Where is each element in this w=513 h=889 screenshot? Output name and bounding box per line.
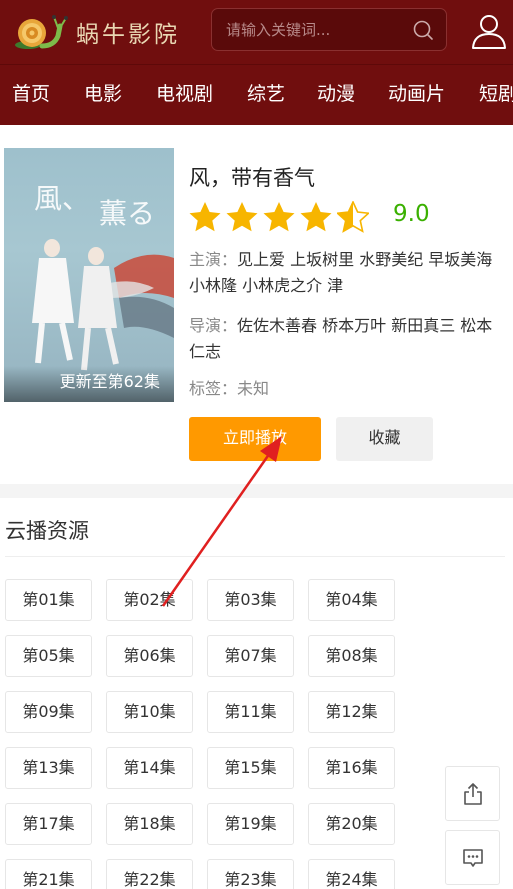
category-nav: 首页 电影 电视剧 综艺 动漫 动画片 短剧 — [0, 64, 513, 125]
favorite-button[interactable]: 收藏 — [336, 417, 433, 461]
share-icon — [464, 783, 482, 805]
star-full-icon — [300, 202, 332, 232]
nav-item-cartoon[interactable]: 动画片 — [388, 79, 445, 106]
director-info: 导演：佐佐木善春 桥本万叶 新田真三 松本仁志 — [189, 313, 499, 365]
episode-button[interactable]: 第21集 — [5, 859, 92, 889]
episode-button[interactable]: 第10集 — [106, 691, 193, 733]
episode-button[interactable]: 第11集 — [207, 691, 294, 733]
cast-info: 主演：见上爱 上坂树里 水野美纪 早坂美海 小林隆 小林虎之介 津 — [189, 247, 499, 299]
episode-button[interactable]: 第03集 — [207, 579, 294, 621]
episode-button[interactable]: 第19集 — [207, 803, 294, 845]
episode-button[interactable]: 第04集 — [308, 579, 395, 621]
play-now-button[interactable]: 立即播放 — [189, 417, 321, 461]
episode-button[interactable]: 第12集 — [308, 691, 395, 733]
episode-button[interactable]: 第09集 — [5, 691, 92, 733]
nav-item-anime[interactable]: 动漫 — [317, 79, 355, 106]
tags-value: 未知 — [237, 379, 270, 398]
video-title: 风，带有香气 — [189, 166, 315, 190]
star-rating — [189, 200, 374, 234]
comment-icon — [463, 849, 483, 867]
director-label: 导演： — [189, 316, 238, 335]
star-full-icon — [226, 202, 258, 232]
search-icon[interactable] — [412, 19, 434, 41]
cast-label: 主演： — [189, 250, 238, 269]
episode-button[interactable]: 第07集 — [207, 635, 294, 677]
episode-button[interactable]: 第20集 — [308, 803, 395, 845]
share-button[interactable] — [445, 766, 500, 821]
section-divider — [0, 484, 513, 498]
poster-image[interactable]: 風、 薫る 更新至第62集 — [4, 148, 174, 402]
logo-text: 蜗牛影院 — [76, 22, 180, 48]
nav-item-movies[interactable]: 电影 — [84, 79, 122, 106]
user-icon[interactable] — [470, 12, 508, 50]
episode-button[interactable]: 第24集 — [308, 859, 395, 889]
episode-button[interactable]: 第17集 — [5, 803, 92, 845]
search-box — [211, 8, 447, 51]
search-input[interactable] — [226, 9, 411, 50]
episode-button[interactable]: 第13集 — [5, 747, 92, 789]
app-header: 蜗牛影院 — [0, 0, 513, 64]
episode-button[interactable]: 第16集 — [308, 747, 395, 789]
episode-button[interactable]: 第05集 — [5, 635, 92, 677]
site-logo[interactable]: 蜗牛影院 — [14, 12, 180, 52]
cloud-source-title: 云播资源 — [5, 519, 89, 543]
episode-button[interactable]: 第14集 — [106, 747, 193, 789]
star-full-icon — [189, 202, 221, 232]
episode-button[interactable]: 第02集 — [106, 579, 193, 621]
episode-button[interactable]: 第01集 — [5, 579, 92, 621]
episode-button[interactable]: 第15集 — [207, 747, 294, 789]
nav-item-variety[interactable]: 综艺 — [247, 79, 285, 106]
episode-button[interactable]: 第08集 — [308, 635, 395, 677]
episode-button[interactable]: 第18集 — [106, 803, 193, 845]
svg-text:薫る: 薫る — [99, 197, 155, 230]
svg-text:風、: 風、 — [34, 182, 90, 215]
tags-info: 标签：未知 — [189, 376, 499, 402]
section-underline — [5, 556, 505, 557]
snail-logo-icon — [15, 15, 68, 49]
episode-button[interactable]: 第06集 — [106, 635, 193, 677]
rating-score: 9.0 — [393, 201, 430, 227]
episode-update-badge: 更新至第62集 — [4, 366, 174, 402]
tags-label: 标签： — [189, 379, 238, 398]
nav-item-short-drama[interactable]: 短剧 — [479, 79, 513, 106]
star-half-icon — [337, 201, 369, 233]
comment-button[interactable] — [445, 830, 500, 885]
episode-button[interactable]: 第22集 — [106, 859, 193, 889]
nav-item-tv-series[interactable]: 电视剧 — [156, 79, 213, 106]
episode-button[interactable]: 第23集 — [207, 859, 294, 889]
nav-item-home[interactable]: 首页 — [12, 79, 50, 106]
star-full-icon — [263, 202, 295, 232]
poster-artwork: 風、 薫る — [32, 182, 174, 371]
